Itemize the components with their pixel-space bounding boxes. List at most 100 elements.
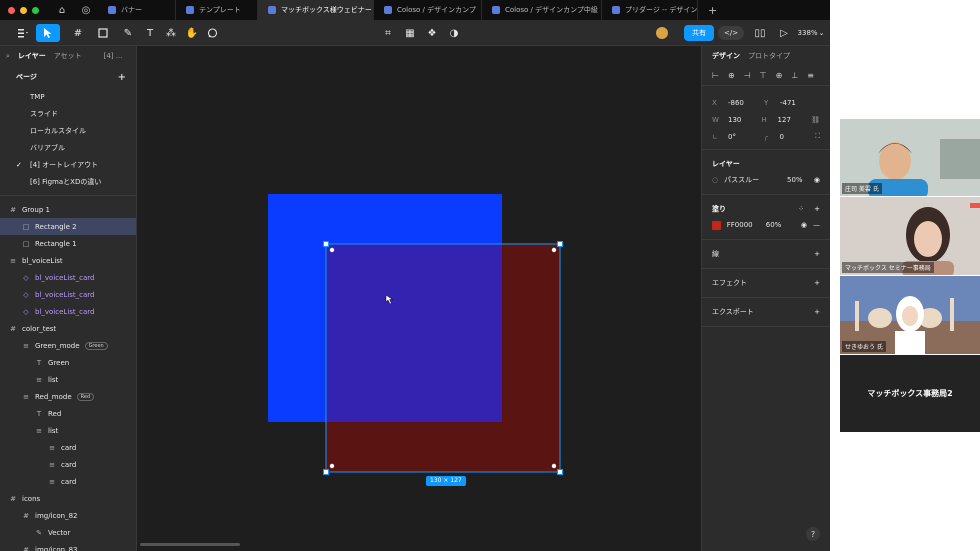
y-field[interactable]: Y -471 — [764, 99, 816, 107]
page-item[interactable]: TMP — [0, 88, 136, 105]
text-tool-icon[interactable]: T — [142, 24, 158, 42]
constrain-proportions-icon[interactable]: ⛓ — [811, 116, 820, 124]
h-field[interactable]: H 127 — [762, 116, 812, 124]
fill-hex[interactable]: FF0000 — [727, 221, 760, 229]
layer-row[interactable]: ≡ bl_voiceList — [0, 252, 136, 269]
canvas[interactable]: 130 × 127 — [137, 46, 701, 551]
layer-row[interactable]: ≡ card — [0, 456, 136, 473]
layer-row[interactable]: # icons — [0, 490, 136, 507]
tab-2[interactable]: マッチボックス様ウェビナー× — [258, 0, 374, 20]
styles-icon[interactable]: ⁘ — [798, 205, 804, 213]
library-icon[interactable]: ▯▯ — [752, 24, 768, 42]
pen-tool-icon[interactable]: ✎ — [117, 24, 139, 42]
component-icon[interactable]: ❖ — [424, 24, 440, 42]
page-item[interactable]: ✓ [4] オートレイアウト — [0, 156, 136, 173]
layer-row[interactable]: ◇ bl_voiceList_card — [0, 303, 136, 320]
move-tool-icon[interactable] — [36, 24, 60, 42]
crop-icon[interactable]: ⌗ — [380, 24, 396, 42]
tab-3[interactable]: Coloso / デザインカンプ — [374, 0, 482, 20]
layer-row[interactable]: ≡ Red_mode Red — [0, 388, 136, 405]
plus-icon[interactable]: + — [698, 4, 727, 17]
tab-assets[interactable]: アセット — [54, 51, 82, 61]
x-field[interactable]: X -860 — [712, 99, 764, 107]
independent-corners-icon[interactable]: ⛶ — [815, 132, 820, 141]
fill-swatch[interactable] — [712, 220, 721, 230]
resize-handle-bottom-left[interactable] — [323, 469, 329, 475]
align-center-v-icon[interactable]: ⊕ — [776, 71, 783, 80]
fill-opacity[interactable]: 60% — [766, 221, 795, 229]
hand-tool-icon[interactable]: ✋ — [184, 24, 200, 42]
comment-tool-icon[interactable] — [204, 24, 220, 42]
radius-handle[interactable] — [551, 463, 557, 469]
main-menu-icon[interactable] — [12, 24, 34, 42]
participant-tile-2[interactable]: マッチボックス セミナー事務局 — [840, 197, 980, 275]
layer-row[interactable]: # img/icon_83 — [0, 541, 136, 551]
resize-handle-top-right[interactable] — [557, 241, 563, 247]
resources-icon[interactable]: ⁂ — [162, 24, 180, 42]
zoom-dropdown[interactable]: 338% ⌄ — [796, 24, 826, 42]
page-item[interactable]: [6] FigmaとXDの違い — [0, 173, 136, 190]
remove-fill-button[interactable]: — — [813, 221, 820, 229]
w-field[interactable]: W 130 — [712, 116, 762, 124]
frame-tool-icon[interactable]: # — [66, 24, 90, 42]
layer-row[interactable]: □ Rectangle 1 — [0, 235, 136, 252]
eye-icon[interactable]: ◉ — [801, 221, 807, 229]
layer-row[interactable]: ≡ list — [0, 422, 136, 439]
tab-prototype[interactable]: プロトタイプ — [748, 51, 790, 61]
layer-row[interactable]: ≡ card — [0, 439, 136, 456]
tab-layers[interactable]: レイヤー — [18, 51, 46, 61]
minimize-window-button[interactable] — [20, 6, 27, 14]
contrast-icon[interactable]: ◑ — [446, 24, 462, 42]
maximize-window-button[interactable] — [32, 6, 39, 14]
align-top-icon[interactable]: ⊤ — [760, 71, 767, 80]
shape-tool-icon[interactable] — [92, 24, 114, 42]
layer-row[interactable]: ≡ Green_mode Green — [0, 337, 136, 354]
align-left-icon[interactable]: ⊢ — [712, 71, 719, 80]
page-item[interactable]: バリアブル — [0, 139, 136, 156]
participant-tile-4[interactable]: マッチボックス事務局2 — [840, 355, 980, 432]
tab-5[interactable]: プリダージ -- デザイン — [602, 0, 698, 20]
layer-opacity[interactable]: 50% — [787, 176, 808, 184]
layer-row[interactable]: # color_test — [0, 320, 136, 337]
layer-row[interactable]: ≡ list — [0, 371, 136, 388]
participant-tile-3[interactable]: せきゆおう 氏 — [840, 276, 980, 354]
add-export-button[interactable]: + — [814, 308, 820, 316]
layer-row[interactable]: T Green — [0, 354, 136, 371]
tab-1[interactable]: テンプレート — [176, 0, 258, 20]
layer-row[interactable]: ◇ bl_voiceList_card — [0, 269, 136, 286]
radius-handle[interactable] — [329, 463, 335, 469]
page-item[interactable]: スライド — [0, 105, 136, 122]
layer-row[interactable]: ≡ card — [0, 473, 136, 490]
close-window-button[interactable] — [8, 6, 15, 14]
add-effect-button[interactable]: + — [814, 279, 820, 287]
add-fill-button[interactable]: + — [814, 205, 820, 213]
align-center-h-icon[interactable]: ⊕ — [728, 71, 735, 80]
align-right-icon[interactable]: ⊣ — [744, 71, 751, 80]
tab-4[interactable]: Coloso / デザインカンプ中級 — [482, 0, 602, 20]
resize-handle-bottom-right[interactable] — [557, 469, 563, 475]
add-page-button[interactable]: + — [118, 72, 126, 83]
align-bottom-icon[interactable]: ⊥ — [791, 71, 798, 80]
radius-handle[interactable] — [329, 247, 335, 253]
avatar[interactable] — [652, 24, 672, 42]
layer-row[interactable]: T Red — [0, 405, 136, 422]
tab-0[interactable]: バナー — [98, 0, 176, 20]
help-button[interactable]: ? — [806, 527, 820, 541]
layer-row[interactable]: ✎ Vector — [0, 524, 136, 541]
radius-field[interactable]: ╭ 0 — [764, 133, 816, 141]
resize-handle-top-left[interactable] — [323, 241, 329, 247]
radius-handle[interactable] — [551, 247, 557, 253]
layer-row[interactable]: # img/icon_82 — [0, 507, 136, 524]
tab-page-selector[interactable]: [4] ... — [104, 52, 123, 60]
grid-icon[interactable]: ▦ — [402, 24, 418, 42]
participant-tile-1[interactable]: 庄司 美雲 氏 — [840, 119, 980, 196]
add-stroke-button[interactable]: + — [814, 250, 820, 258]
community-icon[interactable]: ◎ — [74, 0, 98, 20]
layer-row[interactable]: ◇ bl_voiceList_card — [0, 286, 136, 303]
layer-row[interactable]: □ Rectangle 2 — [0, 218, 136, 235]
share-button[interactable]: 共有 — [684, 25, 714, 41]
rotation-field[interactable]: ∟ 0° — [712, 133, 764, 141]
eye-icon[interactable]: ◉ — [814, 176, 820, 184]
tab-design[interactable]: デザイン — [712, 51, 740, 61]
present-icon[interactable]: ▷ — [776, 24, 792, 42]
